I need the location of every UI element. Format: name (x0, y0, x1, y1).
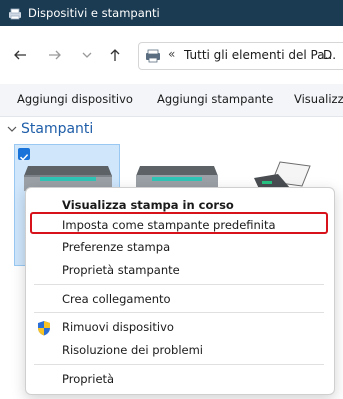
forward-button[interactable] (44, 44, 66, 66)
breadcrumb-next[interactable]: D (323, 48, 332, 62)
menu-item-properties[interactable]: Proprietà (62, 372, 114, 386)
shield-icon (38, 321, 50, 336)
menu-item-troubleshoot[interactable]: Risoluzione dei problemi (62, 343, 203, 357)
menu-item-view-print-queue[interactable]: Visualizza stampa in corso (62, 198, 234, 212)
address-bar[interactable]: « Tutti gli elementi del Pa... D (138, 42, 343, 70)
menu-item-set-default-printer[interactable]: Imposta come stampante predefinita (62, 218, 276, 232)
group-label: Stampanti (21, 121, 94, 137)
menu-separator (34, 284, 324, 285)
window-title: Dispositivi e stampanti (28, 6, 160, 20)
add-printer-button[interactable]: Aggiungi stampante (157, 92, 273, 106)
arrow-right-icon (49, 50, 61, 60)
recent-locations-button[interactable] (76, 44, 98, 66)
title-bar: Dispositivi e stampanti (0, 0, 343, 26)
arrow-up-icon (110, 49, 120, 61)
menu-item-printing-preferences[interactable]: Preferenze stampa (62, 240, 170, 254)
view-button[interactable]: Visualizza (294, 92, 343, 106)
navigation-bar: « Tutti gli elementi del Pa... D (0, 26, 343, 84)
breadcrumb[interactable]: Tutti gli elementi del Pa... (184, 48, 336, 62)
menu-separator (34, 312, 324, 313)
back-button[interactable] (9, 44, 31, 66)
control-panel-icon (145, 48, 161, 67)
chevron-down-icon (82, 52, 92, 58)
add-device-button[interactable]: Aggiungi dispositivo (17, 92, 133, 106)
menu-item-create-shortcut[interactable]: Crea collegamento (62, 292, 171, 306)
context-menu: Visualizza stampa in corso Imposta come … (25, 187, 335, 395)
command-bar: Aggiungi dispositivo Aggiungi stampante … (0, 84, 343, 117)
address-overflow[interactable]: « (168, 47, 175, 61)
arrow-left-icon (14, 50, 26, 60)
menu-separator (34, 364, 324, 365)
up-button[interactable] (104, 44, 126, 66)
menu-item-printer-properties[interactable]: Proprietà stampante (62, 263, 180, 277)
menu-item-remove-device[interactable]: Rimuovi dispositivo (62, 320, 174, 334)
selection-checkbox[interactable] (18, 148, 30, 161)
devices-printers-icon (8, 6, 22, 25)
chevron-down-icon (7, 126, 17, 132)
printers-group-header[interactable]: Stampanti (6, 121, 93, 137)
